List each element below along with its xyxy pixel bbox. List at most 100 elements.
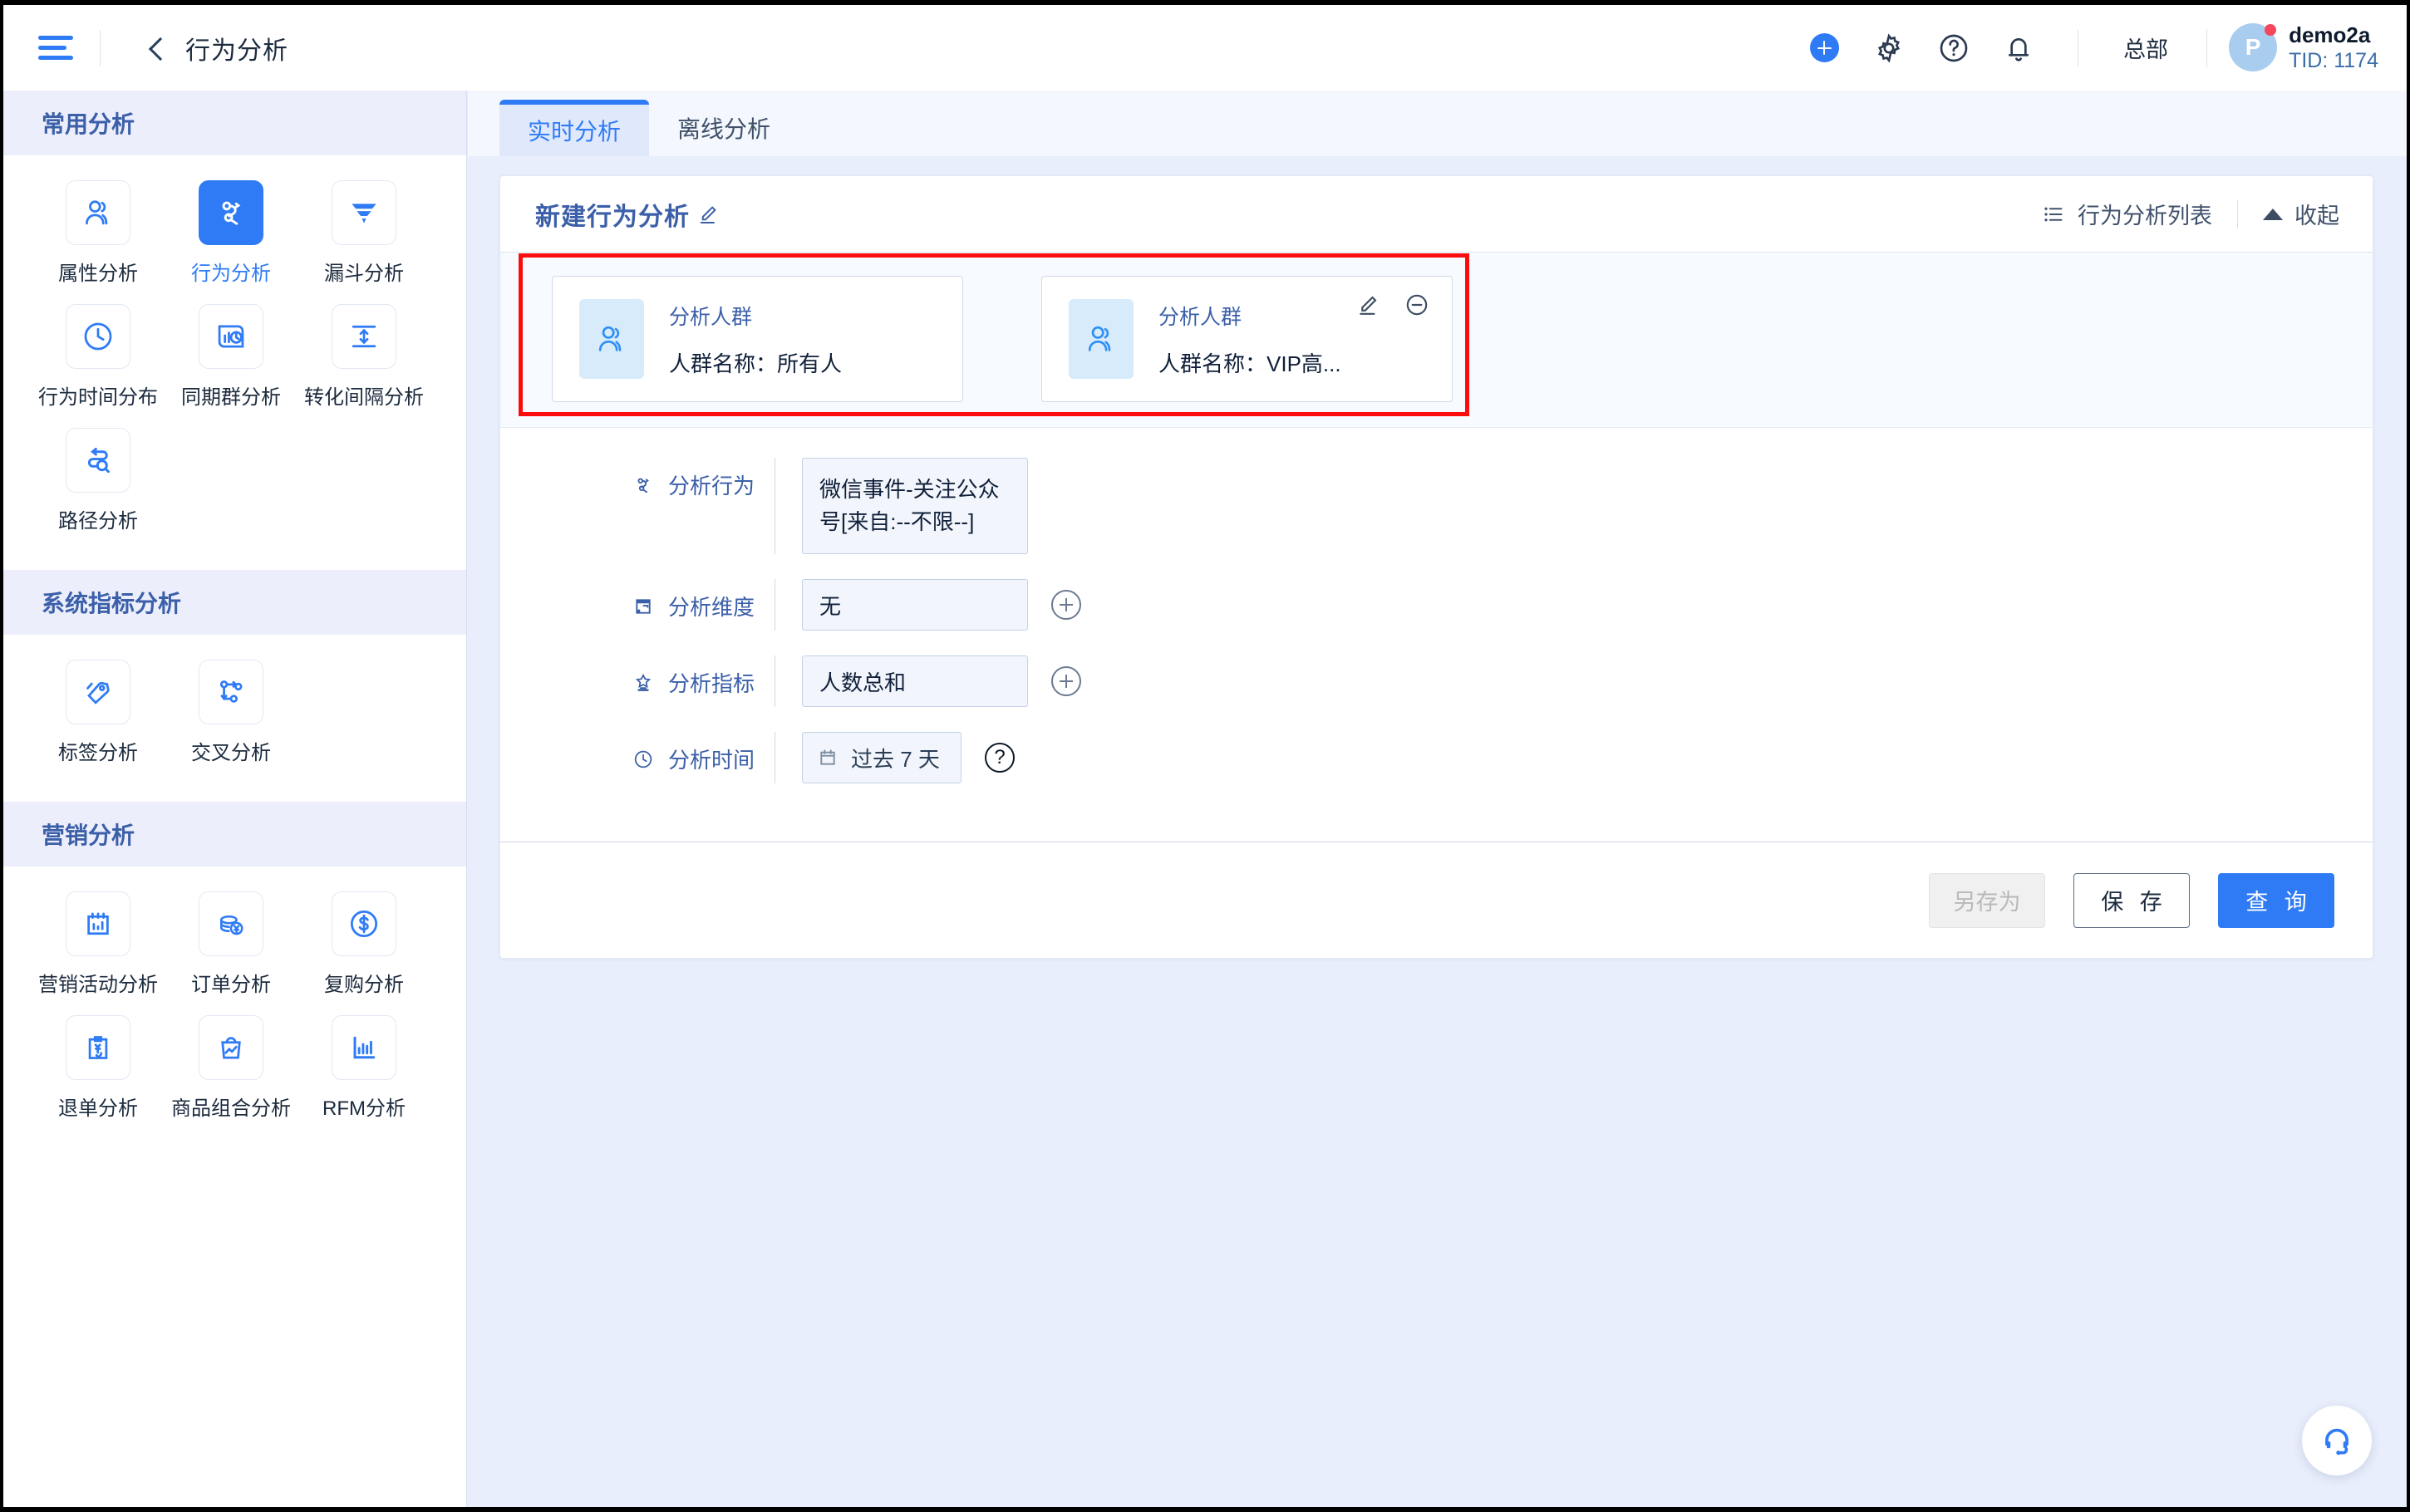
sidebar-group-common: 属性分析 行为分析 漏斗分析 行为时间分布 同期群分析 转化间隔分析 路径分析 [3, 155, 466, 570]
crowd-card[interactable]: 分析人群 人群名称：所有人 [552, 276, 963, 402]
analysis-list-link[interactable]: 行为分析列表 [2041, 198, 2212, 230]
tag-icon [66, 660, 130, 724]
form-label-text: 分析行为 [667, 474, 755, 498]
gear-icon [1878, 32, 1901, 63]
header-divider-3 [2206, 28, 2208, 67]
save-as-button[interactable]: 另存为 [1929, 872, 2045, 928]
sidebar-item-营销活动分析[interactable]: 营销活动分析 [32, 891, 165, 997]
card-footer: 另存为 保 存 查 询 [500, 842, 2373, 958]
header-actions: 总部 P demo2a TID: 1174 [1792, 5, 2407, 91]
add-button[interactable] [1803, 27, 1846, 70]
behavior-flow-icon [199, 180, 263, 245]
add-metric-button[interactable] [1051, 666, 1081, 696]
plus-circle-icon [1809, 33, 1839, 62]
user-meta: demo2a TID: 1174 [2289, 22, 2378, 74]
collapse-toggle[interactable]: 收起 [2263, 198, 2339, 230]
date-range-value: 过去 7 天 [851, 746, 940, 772]
clock-icon [634, 750, 652, 768]
sidebar-item-交叉分析[interactable]: 交叉分析 [165, 660, 298, 765]
header-divider [100, 29, 101, 66]
tab-realtime-analysis[interactable]: 实时分析 [499, 100, 650, 156]
add-dimension-button[interactable] [1051, 590, 1081, 620]
dimension-field[interactable]: 无 [802, 579, 1028, 631]
headset-support-icon [2325, 1428, 2349, 1456]
crowd-card-text: 分析人群 人群名称：所有人 [669, 301, 842, 378]
sidebar-item-转化间隔分析[interactable]: 转化间隔分析 [298, 304, 430, 410]
form-label-text: 分析指标 [667, 671, 755, 696]
sidebar-item-商品组合分析[interactable]: 商品组合分析 [165, 1015, 298, 1121]
crowd-card[interactable]: 分析人群 人群名称：VIP高... [1041, 276, 1453, 402]
sidebar-section-marketing: 营销分析 [3, 802, 466, 866]
refund-clipboard-icon [66, 1015, 130, 1080]
funnel-icon [332, 180, 396, 245]
chevron-left-icon[interactable] [145, 38, 165, 58]
user-group-icon [1069, 299, 1134, 379]
tab-bar: 实时分析 离线分析 [468, 91, 2407, 156]
sidebar-item-label: 复购分析 [324, 974, 404, 996]
analysis-form: 分析行为 微信事件-关注公众号[来自:--不限--] 分析维度 无 分析指标 人… [500, 428, 2373, 842]
settings-button[interactable] [1867, 27, 1911, 70]
behavior-field[interactable]: 微信事件-关注公众号[来自:--不限--] [802, 458, 1028, 554]
sidebar-item-标签分析[interactable]: 标签分析 [32, 660, 165, 765]
date-range-field[interactable]: 过去 7 天 [802, 732, 962, 783]
avatar-wrap: P [2229, 23, 2278, 72]
user-group-icon [66, 180, 130, 245]
form-row-metric: 分析指标 人数总和 [500, 655, 2373, 707]
crowd-card-kicker: 分析人群 [669, 305, 753, 329]
sidebar-item-同期群分析[interactable]: 同期群分析 [165, 304, 298, 410]
sidebar-item-属性分析[interactable]: 属性分析 [32, 180, 165, 286]
bell-icon [2009, 37, 2029, 61]
pencil-icon[interactable] [1355, 292, 1380, 317]
sidebar-item-路径分析[interactable]: 路径分析 [32, 428, 165, 533]
form-label-dimension: 分析维度 [500, 579, 775, 621]
form-row-dimension: 分析维度 无 [500, 579, 2373, 631]
page-title: 行为分析 [185, 37, 288, 65]
caret-up-icon [2263, 208, 2283, 220]
pencil-icon[interactable] [696, 203, 720, 226]
time-help-icon[interactable]: ? [985, 743, 1015, 773]
user-tid: TID: 1174 [2289, 49, 2378, 73]
sidebar-item-复购分析[interactable]: 复购分析 [298, 891, 430, 997]
campaign-board-icon [66, 891, 130, 956]
crowd-card-name: 人群名称：所有人 [669, 351, 843, 376]
form-row-behavior: 分析行为 微信事件-关注公众号[来自:--不限--] [500, 458, 2373, 554]
coins-yuan-icon [199, 891, 263, 956]
header-actions-divider [2237, 199, 2238, 228]
sidebar: 常用分析 属性分析 行为分析 漏斗分析 行为时间分布 同期群分析 转化间隔分析 … [3, 91, 467, 1507]
app-header: 行为分析 总部 P demo2a TID: 1174 [3, 5, 2407, 91]
form-label-behavior: 分析行为 [500, 458, 775, 500]
crowd-card-kicker: 分析人群 [1158, 305, 1242, 329]
shopping-bag-trend-icon [199, 1015, 263, 1080]
minus-circle-icon[interactable] [1404, 292, 1430, 318]
cohort-chart-icon [199, 304, 263, 369]
form-label-text: 分析时间 [667, 748, 755, 773]
hamburger-icon[interactable] [38, 34, 73, 62]
main-content: 实时分析 离线分析 新建行为分析 行为分析列表 收起 分析人群 人群名称：所有人… [468, 91, 2407, 1507]
path-search-icon [66, 428, 130, 493]
support-fab-button[interactable] [2302, 1406, 2372, 1475]
card-header: 新建行为分析 行为分析列表 收起 [500, 176, 2373, 253]
sidebar-item-退单分析[interactable]: 退单分析 [32, 1015, 165, 1121]
query-button[interactable]: 查 询 [2218, 872, 2334, 928]
metric-field[interactable]: 人数总和 [802, 655, 1028, 707]
sidebar-item-label: 行为时间分布 [38, 386, 158, 409]
user-group-icon [579, 299, 644, 379]
sidebar-item-label: 交叉分析 [191, 742, 271, 764]
user-menu[interactable]: P demo2a TID: 1174 [2229, 22, 2378, 74]
sidebar-item-行为分析[interactable]: 行为分析 [165, 180, 298, 286]
sidebar-item-订单分析[interactable]: 订单分析 [165, 891, 298, 997]
notifications-button[interactable] [1997, 27, 2040, 70]
card-title: 新建行为分析 [535, 203, 690, 231]
card-header-actions: 行为分析列表 收起 [2041, 198, 2339, 230]
sidebar-item-行为时间分布[interactable]: 行为时间分布 [32, 304, 165, 410]
org-selector[interactable]: 总部 [2123, 32, 2168, 64]
tab-offline-analysis[interactable]: 离线分析 [649, 100, 799, 156]
sidebar-item-RFM分析[interactable]: RFM分析 [298, 1015, 430, 1121]
calendar-icon [820, 749, 835, 765]
dollar-circle-icon [332, 891, 396, 956]
crowd-section: 分析人群 人群名称：所有人 分析人群 人群名称：VIP高... [500, 253, 2373, 428]
help-button[interactable] [1932, 27, 1975, 70]
save-button[interactable]: 保 存 [2073, 872, 2190, 928]
clock-icon [66, 304, 130, 369]
sidebar-item-漏斗分析[interactable]: 漏斗分析 [298, 180, 430, 286]
